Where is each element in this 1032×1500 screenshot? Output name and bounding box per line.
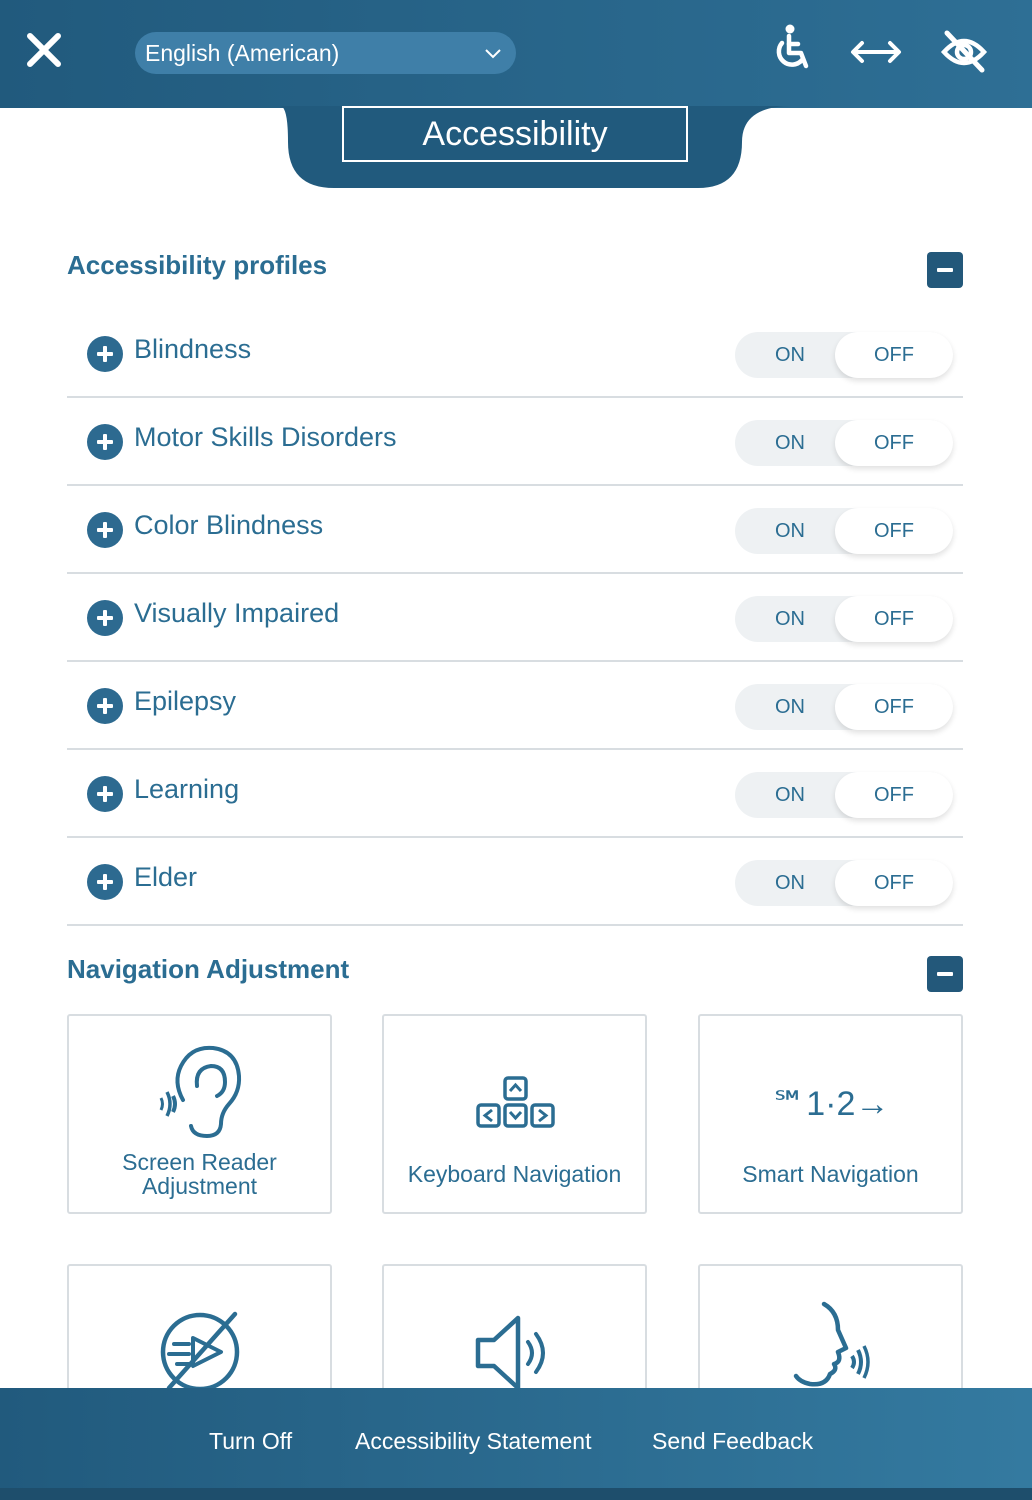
toggle-on[interactable]: ON	[735, 596, 845, 642]
toggle-off[interactable]: OFF	[835, 332, 953, 378]
wheelchair-icon[interactable]	[766, 22, 818, 74]
profiles-section-title: Accessibility profiles	[67, 250, 328, 280]
profile-toggle[interactable]: ON OFF	[735, 860, 953, 906]
profile-row-visually-impaired: Visually Impaired ON OFF	[67, 574, 963, 662]
keyboard-navigation-card[interactable]: Keyboard Navigation	[382, 1014, 647, 1214]
keyboard-arrows-icon	[476, 1076, 555, 1128]
profile-label[interactable]: Learning	[134, 774, 239, 805]
profile-label[interactable]: Visually Impaired	[134, 598, 339, 629]
screen-reader-card[interactable]: Screen Reader Adjustment	[67, 1014, 332, 1214]
hide-icon[interactable]	[938, 22, 990, 74]
toggle-off[interactable]: OFF	[835, 420, 953, 466]
plus-icon[interactable]	[87, 336, 123, 372]
profile-toggle[interactable]: ON OFF	[735, 332, 953, 378]
chevron-down-icon	[485, 49, 501, 59]
toggle-off[interactable]: OFF	[835, 772, 953, 818]
toggle-off[interactable]: OFF	[835, 860, 953, 906]
profiles-collapse-button[interactable]	[927, 252, 963, 288]
profile-label[interactable]: Epilepsy	[134, 686, 236, 717]
footer-bar: Turn Off Accessibility Statement Send Fe…	[0, 1388, 1032, 1500]
toggle-on[interactable]: ON	[735, 332, 845, 378]
toggle-on[interactable]: ON	[735, 860, 845, 906]
card-label: Keyboard Navigation	[407, 1161, 622, 1187]
top-bar: English (American)	[0, 0, 1032, 108]
close-icon[interactable]	[24, 30, 64, 70]
profile-label[interactable]: Elder	[134, 862, 197, 893]
navigation-collapse-button[interactable]	[927, 956, 963, 992]
toggle-off[interactable]: OFF	[835, 596, 953, 642]
smart-navigation-icon: ℠1·2→	[771, 1085, 890, 1123]
profile-row-epilepsy: Epilepsy ON OFF	[67, 662, 963, 750]
profile-toggle[interactable]: ON OFF	[735, 420, 953, 466]
plus-icon[interactable]	[87, 688, 123, 724]
profile-toggle[interactable]: ON OFF	[735, 684, 953, 730]
toggle-off[interactable]: OFF	[835, 684, 953, 730]
wide-view-icon[interactable]	[850, 22, 902, 74]
toggle-on[interactable]: ON	[735, 420, 845, 466]
profile-row-elder: Elder ON OFF	[67, 838, 963, 926]
profile-label[interactable]: Color Blindness	[134, 510, 323, 541]
plus-icon[interactable]	[87, 776, 123, 812]
profile-row-color-blindness: Color Blindness ON OFF	[67, 486, 963, 574]
profile-toggle[interactable]: ON OFF	[735, 596, 953, 642]
card-label-line1: Screen Reader	[122, 1149, 277, 1175]
profile-row-learning: Learning ON OFF	[67, 750, 963, 838]
profile-row-blindness: Blindness ON OFF	[67, 310, 963, 398]
toggle-off[interactable]: OFF	[835, 508, 953, 554]
profile-label[interactable]: Blindness	[134, 334, 251, 365]
profile-row-motor-skills: Motor Skills Disorders ON OFF	[67, 398, 963, 486]
voice-icon	[793, 1301, 870, 1387]
speaker-icon	[475, 1315, 545, 1391]
plus-icon[interactable]	[87, 864, 123, 900]
profile-toggle[interactable]: ON OFF	[735, 508, 953, 554]
toggle-on[interactable]: ON	[735, 772, 845, 818]
turn-off-link[interactable]: Turn Off	[209, 1428, 292, 1455]
accessibility-statement-link[interactable]: Accessibility Statement	[355, 1428, 591, 1455]
mute-icon	[160, 1311, 240, 1390]
smart-navigation-card[interactable]: ℠1·2→ Smart Navigation	[698, 1014, 963, 1214]
card-label-line2: Adjustment	[141, 1173, 258, 1199]
language-value: English (American)	[145, 40, 340, 66]
page-title: Accessibility	[342, 106, 688, 162]
profile-toggle[interactable]: ON OFF	[735, 772, 953, 818]
toggle-on[interactable]: ON	[735, 684, 845, 730]
navigation-section-title: Navigation Adjustment	[67, 954, 350, 984]
send-feedback-link[interactable]: Send Feedback	[652, 1428, 813, 1455]
card-label: Smart Navigation	[742, 1161, 919, 1187]
profile-label[interactable]: Motor Skills Disorders	[134, 422, 397, 453]
ear-icon	[159, 1045, 242, 1138]
plus-icon[interactable]	[87, 600, 123, 636]
plus-icon[interactable]	[87, 512, 123, 548]
toggle-on[interactable]: ON	[735, 508, 845, 554]
plus-icon[interactable]	[87, 424, 123, 460]
language-select[interactable]: English (American)	[135, 32, 516, 74]
